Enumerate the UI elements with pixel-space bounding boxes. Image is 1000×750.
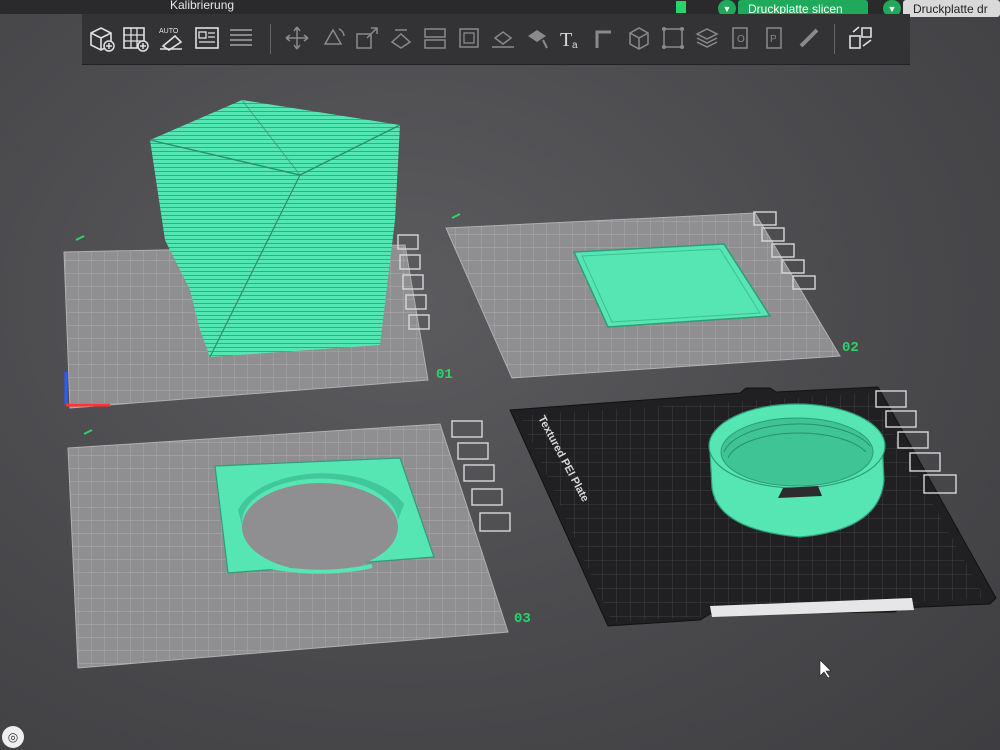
settings-icon[interactable] [479, 512, 511, 532]
plate-number-03: 03 [514, 611, 531, 627]
edit-plate-name-icon[interactable] [75, 235, 85, 241]
plate-01[interactable]: 01 [63, 99, 453, 409]
plate-number-01: 01 [436, 367, 453, 383]
plate-04-active[interactable]: Textured PEI Plate [509, 386, 997, 627]
close-icon[interactable] [451, 420, 483, 438]
edit-plate-name-icon[interactable] [83, 429, 93, 435]
plate-number-02: 02 [842, 340, 859, 356]
orient-icon[interactable] [457, 442, 489, 460]
lock-icon[interactable] [471, 488, 503, 506]
threaded-cap-model[interactable] [708, 403, 886, 538]
visual-search-icon[interactable]: ◎ [2, 726, 24, 748]
edit-plate-name-icon[interactable] [451, 213, 461, 219]
plate-03[interactable]: 03 [67, 420, 531, 669]
mouse-cursor-icon [819, 659, 832, 679]
build-plate-viewport[interactable]: 01 02 03 Textured PEI Plate [0, 0, 1000, 750]
plate-02[interactable]: 02 [445, 211, 859, 379]
arrange-icon[interactable] [463, 464, 495, 482]
ring-insert-model[interactable] [214, 457, 435, 574]
